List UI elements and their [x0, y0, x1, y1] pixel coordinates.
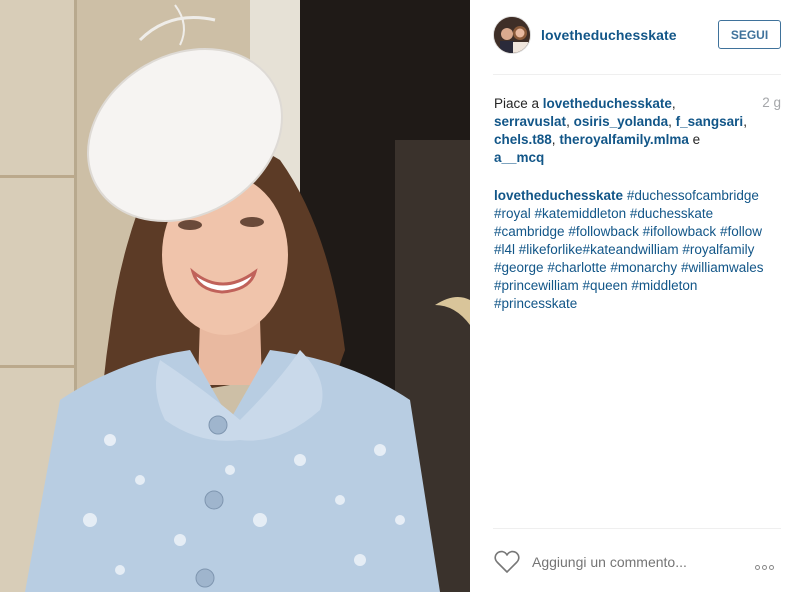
hashtag-link[interactable]: #princewilliam: [494, 278, 579, 293]
header-divider: [493, 74, 781, 75]
hashtag-link[interactable]: #ifollowback: [643, 224, 717, 239]
hashtag-link[interactable]: #charlotte: [547, 260, 606, 275]
photo-illustration: [0, 0, 470, 592]
likes-prefix: Piace a: [494, 96, 540, 111]
more-options-icon[interactable]: [755, 557, 781, 570]
hashtag-link[interactable]: #george: [494, 260, 544, 275]
post-photo[interactable]: [0, 0, 470, 592]
username-link[interactable]: lovetheduchesskate: [541, 27, 677, 43]
hashtag-link[interactable]: #follow: [720, 224, 762, 239]
likes-conjunction: e: [692, 132, 701, 147]
post-timestamp[interactable]: 2 g: [762, 95, 781, 110]
liker-link[interactable]: lovetheduchesskate: [543, 96, 672, 111]
liker-link[interactable]: serravuslat: [494, 114, 566, 129]
avatar-image: [494, 17, 530, 53]
post-details-panel: lovetheduchesskate SEGUI Piace a lovethe…: [470, 0, 793, 592]
post-caption: lovetheduchesskate #duchessofcambridge #…: [494, 187, 784, 313]
caption-author-link[interactable]: lovetheduchesskate: [494, 188, 623, 203]
follow-button[interactable]: SEGUI: [718, 20, 781, 49]
comment-input[interactable]: [532, 554, 732, 570]
hashtag-link[interactable]: #cambridge: [494, 224, 565, 239]
hashtag-link[interactable]: #princesskate: [494, 296, 577, 311]
likes-line: Piace a lovetheduchesskate, serravuslat,…: [494, 96, 747, 165]
hashtag-link[interactable]: #katemiddleton: [535, 206, 627, 221]
footer-divider: [493, 528, 781, 529]
liker-link[interactable]: a__mcq: [494, 150, 544, 165]
avatar[interactable]: [493, 16, 531, 54]
hashtag-link[interactable]: #royalfamily: [682, 242, 754, 257]
hashtag-link[interactable]: #middleton: [631, 278, 697, 293]
heart-outline-icon[interactable]: [494, 550, 520, 574]
liker-link[interactable]: chels.t88: [494, 132, 552, 147]
post-header: lovetheduchesskate SEGUI: [493, 16, 781, 56]
hashtag-link[interactable]: #queen: [583, 278, 628, 293]
hashtag-link[interactable]: #williamwales: [681, 260, 764, 275]
hashtag-link[interactable]: #duchessofcambridge: [627, 188, 759, 203]
liker-link[interactable]: f_sangsari: [676, 114, 744, 129]
liker-link[interactable]: osiris_yolanda: [574, 114, 669, 129]
hashtag-link[interactable]: #royal: [494, 206, 531, 221]
hashtag-link[interactable]: #likeforlike#kateandwilliam: [519, 242, 679, 257]
hashtag-link[interactable]: #monarchy: [610, 260, 677, 275]
comment-bar: [494, 548, 781, 576]
hashtag-link[interactable]: #duchesskate: [630, 206, 713, 221]
liker-link[interactable]: theroyalfamily.mlma: [559, 132, 689, 147]
hashtag-link[interactable]: #followback: [568, 224, 639, 239]
hashtag-link[interactable]: #l4l: [494, 242, 515, 257]
